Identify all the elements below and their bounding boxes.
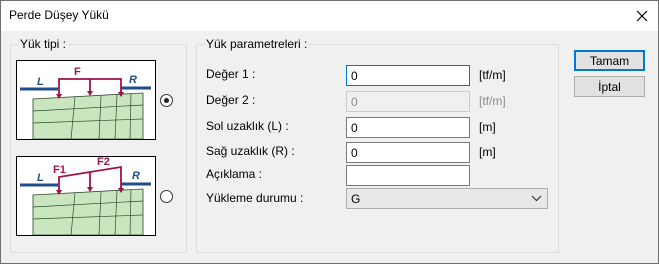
f2-label: F2 (97, 157, 110, 168)
close-button[interactable] (625, 0, 659, 31)
sol-uzaklik-unit: [m] (479, 120, 496, 134)
deger1-unit: [tf/m] (479, 68, 506, 82)
deger1-input[interactable]: 0 (346, 65, 470, 86)
close-icon (636, 10, 648, 21)
window-title: Perde Düşey Yükü (9, 8, 109, 22)
sag-uzaklik-unit: [m] (479, 145, 496, 159)
load-type-label: Yük tipi : (18, 37, 69, 51)
f1-label: F1 (53, 164, 66, 176)
ok-button[interactable]: Tamam (574, 50, 645, 71)
aciklama-label: Açıklama : (206, 167, 263, 181)
cancel-button[interactable]: İptal (574, 76, 645, 97)
l-label: L (37, 172, 44, 184)
deger1-label: Değer 1 : (206, 67, 256, 81)
deger2-unit: [tf/m] (479, 94, 506, 108)
title-bar: Perde Düşey Yükü (0, 0, 659, 31)
deger2-input: 0 (346, 91, 470, 112)
load-type-1-radio[interactable] (160, 94, 173, 107)
yukleme-durumu-select[interactable]: G (346, 188, 548, 209)
trapezoidal-load-diagram: F1 F2 L R (20, 156, 151, 236)
deger2-label: Değer 2 : (206, 93, 256, 107)
load-type-group: Yük tipi : F L R F1 F2 L R (10, 37, 187, 253)
yukleme-durumu-label: Yükleme durumu : (206, 191, 304, 205)
load-type-2-radio[interactable] (160, 190, 173, 203)
f-label: F (74, 66, 81, 78)
load-params-label: Yük parametreleri : (204, 37, 310, 51)
chevron-down-icon (531, 195, 542, 202)
dialog-body: Yük tipi : F L R F1 F2 L R Yük parametre… (1, 31, 658, 263)
yukleme-durumu-value: G (351, 192, 361, 206)
r-label: R (129, 74, 137, 86)
aciklama-input[interactable] (346, 165, 470, 186)
sag-uzaklik-input[interactable]: 0 (346, 142, 470, 163)
r-label: R (132, 170, 140, 182)
load-type-1-picture[interactable]: F L R (16, 60, 156, 140)
l-label: L (37, 76, 44, 88)
sol-uzaklik-input[interactable]: 0 (346, 117, 470, 138)
load-type-2-picture[interactable]: F1 F2 L R (16, 156, 156, 236)
single-load-diagram: F L R (20, 66, 151, 140)
load-params-group: Yük parametreleri : Değer 1 : 0 [tf/m] D… (196, 37, 559, 253)
sol-uzaklik-label: Sol uzaklık (L) : (206, 119, 289, 133)
sag-uzaklik-label: Sağ uzaklık (R) : (206, 144, 295, 158)
